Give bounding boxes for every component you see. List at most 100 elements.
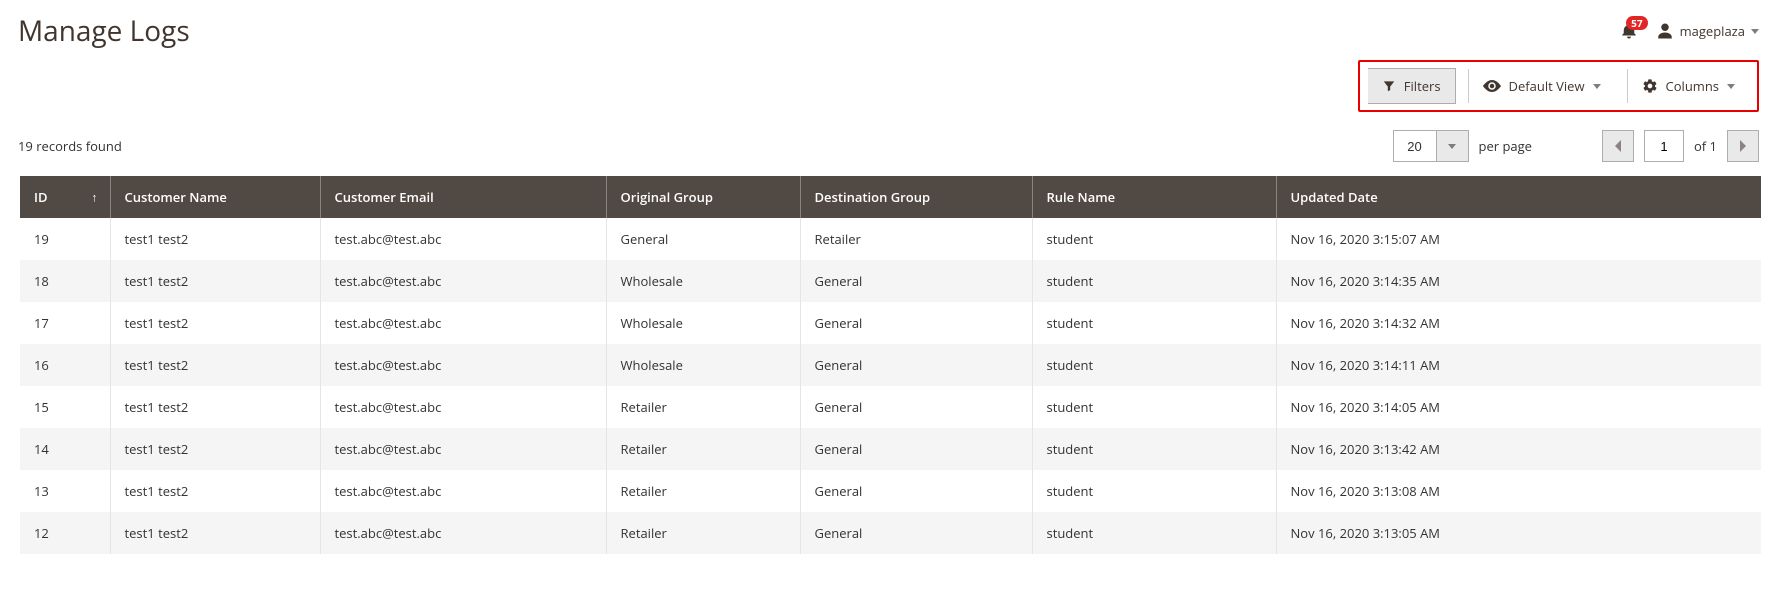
cell-id: 16 [20,344,110,386]
sort-asc-icon: ↑ [92,189,98,206]
cell-original-group: Retailer [606,428,800,470]
gear-icon [1642,78,1658,94]
cell-customer-email: test.abc@test.abc [320,512,606,554]
cell-id: 19 [20,218,110,260]
table-row[interactable]: 16test1 test2test.abc@test.abcWholesaleG… [20,344,1761,386]
chevron-down-icon [1727,84,1735,89]
cell-customer-name: test1 test2 [110,428,320,470]
table-row[interactable]: 18test1 test2test.abc@test.abcWholesaleG… [20,260,1761,302]
columns-label: Columns [1666,77,1719,95]
page-of-label: of 1 [1694,137,1717,155]
default-view-label: Default View [1509,77,1585,95]
cell-id: 12 [20,512,110,554]
cell-original-group: Wholesale [606,302,800,344]
cell-customer-name: test1 test2 [110,512,320,554]
cell-rule-name: student [1032,386,1276,428]
notifications-button[interactable]: 57 [1620,22,1638,40]
cell-destination-group: General [800,260,1032,302]
cell-rule-name: student [1032,218,1276,260]
table-row[interactable]: 12test1 test2test.abc@test.abcRetailerGe… [20,512,1761,554]
cell-original-group: General [606,218,800,260]
col-label: Updated Date [1291,188,1378,206]
per-page-label: per page [1479,137,1532,155]
cell-customer-email: test.abc@test.abc [320,428,606,470]
cell-updated-date: Nov 16, 2020 3:15:07 AM [1276,218,1761,260]
cell-customer-email: test.abc@test.abc [320,386,606,428]
cell-destination-group: General [800,344,1032,386]
cell-destination-group: General [800,428,1032,470]
page-header: Manage Logs 57 mageplaza [0,0,1781,56]
account-name: mageplaza [1680,22,1745,40]
cell-rule-name: student [1032,302,1276,344]
col-label: Customer Name [125,188,227,206]
cell-destination-group: General [800,512,1032,554]
cell-destination-group: General [800,302,1032,344]
table-row[interactable]: 14test1 test2test.abc@test.abcRetailerGe… [20,428,1761,470]
next-page-button[interactable] [1727,130,1759,162]
cell-updated-date: Nov 16, 2020 3:13:05 AM [1276,512,1761,554]
table-header: ID ↑ Customer Name Customer Email Origin… [20,176,1761,218]
cell-original-group: Wholesale [606,260,800,302]
cell-updated-date: Nov 16, 2020 3:14:35 AM [1276,260,1761,302]
records-found: 19 records found [18,137,122,155]
cell-id: 14 [20,428,110,470]
cell-customer-name: test1 test2 [110,470,320,512]
filters-label: Filters [1404,77,1441,95]
cell-customer-name: test1 test2 [110,386,320,428]
pager-nav: of 1 [1602,130,1759,162]
col-id[interactable]: ID ↑ [20,176,110,218]
col-customer-name[interactable]: Customer Name [110,176,320,218]
cell-rule-name: student [1032,512,1276,554]
table-body: 19test1 test2test.abc@test.abcGeneralRet… [20,218,1761,554]
cell-id: 15 [20,386,110,428]
prev-page-button[interactable] [1602,130,1634,162]
cell-customer-name: test1 test2 [110,218,320,260]
col-label: ID [34,188,48,206]
per-page-input[interactable] [1393,130,1437,162]
page-input[interactable] [1644,130,1684,162]
columns-button[interactable]: Columns [1627,69,1749,103]
cell-updated-date: Nov 16, 2020 3:14:05 AM [1276,386,1761,428]
col-updated-date[interactable]: Updated Date [1276,176,1761,218]
cell-customer-name: test1 test2 [110,302,320,344]
cell-updated-date: Nov 16, 2020 3:14:32 AM [1276,302,1761,344]
cell-id: 17 [20,302,110,344]
grid-toolbox: Filters Default View Columns [1358,60,1759,112]
cell-updated-date: Nov 16, 2020 3:13:08 AM [1276,470,1761,512]
cell-rule-name: student [1032,428,1276,470]
cell-customer-email: test.abc@test.abc [320,470,606,512]
filters-button[interactable]: Filters [1368,68,1456,104]
cell-original-group: Retailer [606,470,800,512]
table-row[interactable]: 13test1 test2test.abc@test.abcRetailerGe… [20,470,1761,512]
chevron-down-icon [1448,144,1456,149]
col-original-group[interactable]: Original Group [606,176,800,218]
cell-customer-name: test1 test2 [110,344,320,386]
cell-id: 18 [20,260,110,302]
cell-customer-email: test.abc@test.abc [320,302,606,344]
chevron-right-icon [1739,140,1747,152]
col-label: Rule Name [1047,188,1116,206]
account-menu[interactable]: mageplaza [1656,22,1759,40]
cell-original-group: Wholesale [606,344,800,386]
col-destination-group[interactable]: Destination Group [800,176,1032,218]
default-view-button[interactable]: Default View [1468,69,1615,103]
logs-table: ID ↑ Customer Name Customer Email Origin… [20,176,1761,554]
col-label: Customer Email [335,188,434,206]
table-row[interactable]: 17test1 test2test.abc@test.abcWholesaleG… [20,302,1761,344]
cell-updated-date: Nov 16, 2020 3:13:42 AM [1276,428,1761,470]
col-rule-name[interactable]: Rule Name [1032,176,1276,218]
cell-destination-group: Retailer [800,218,1032,260]
cell-original-group: Retailer [606,512,800,554]
col-customer-email[interactable]: Customer Email [320,176,606,218]
per-page-toggle[interactable] [1437,130,1469,162]
user-icon [1656,22,1674,40]
table-row[interactable]: 15test1 test2test.abc@test.abcRetailerGe… [20,386,1761,428]
col-label: Destination Group [815,188,931,206]
grid-toolbar: Filters Default View Columns [0,56,1781,112]
table-row[interactable]: 19test1 test2test.abc@test.abcGeneralRet… [20,218,1761,260]
cell-original-group: Retailer [606,386,800,428]
cell-rule-name: student [1032,470,1276,512]
cell-customer-email: test.abc@test.abc [320,344,606,386]
chevron-left-icon [1614,140,1622,152]
chevron-down-icon [1593,84,1601,89]
